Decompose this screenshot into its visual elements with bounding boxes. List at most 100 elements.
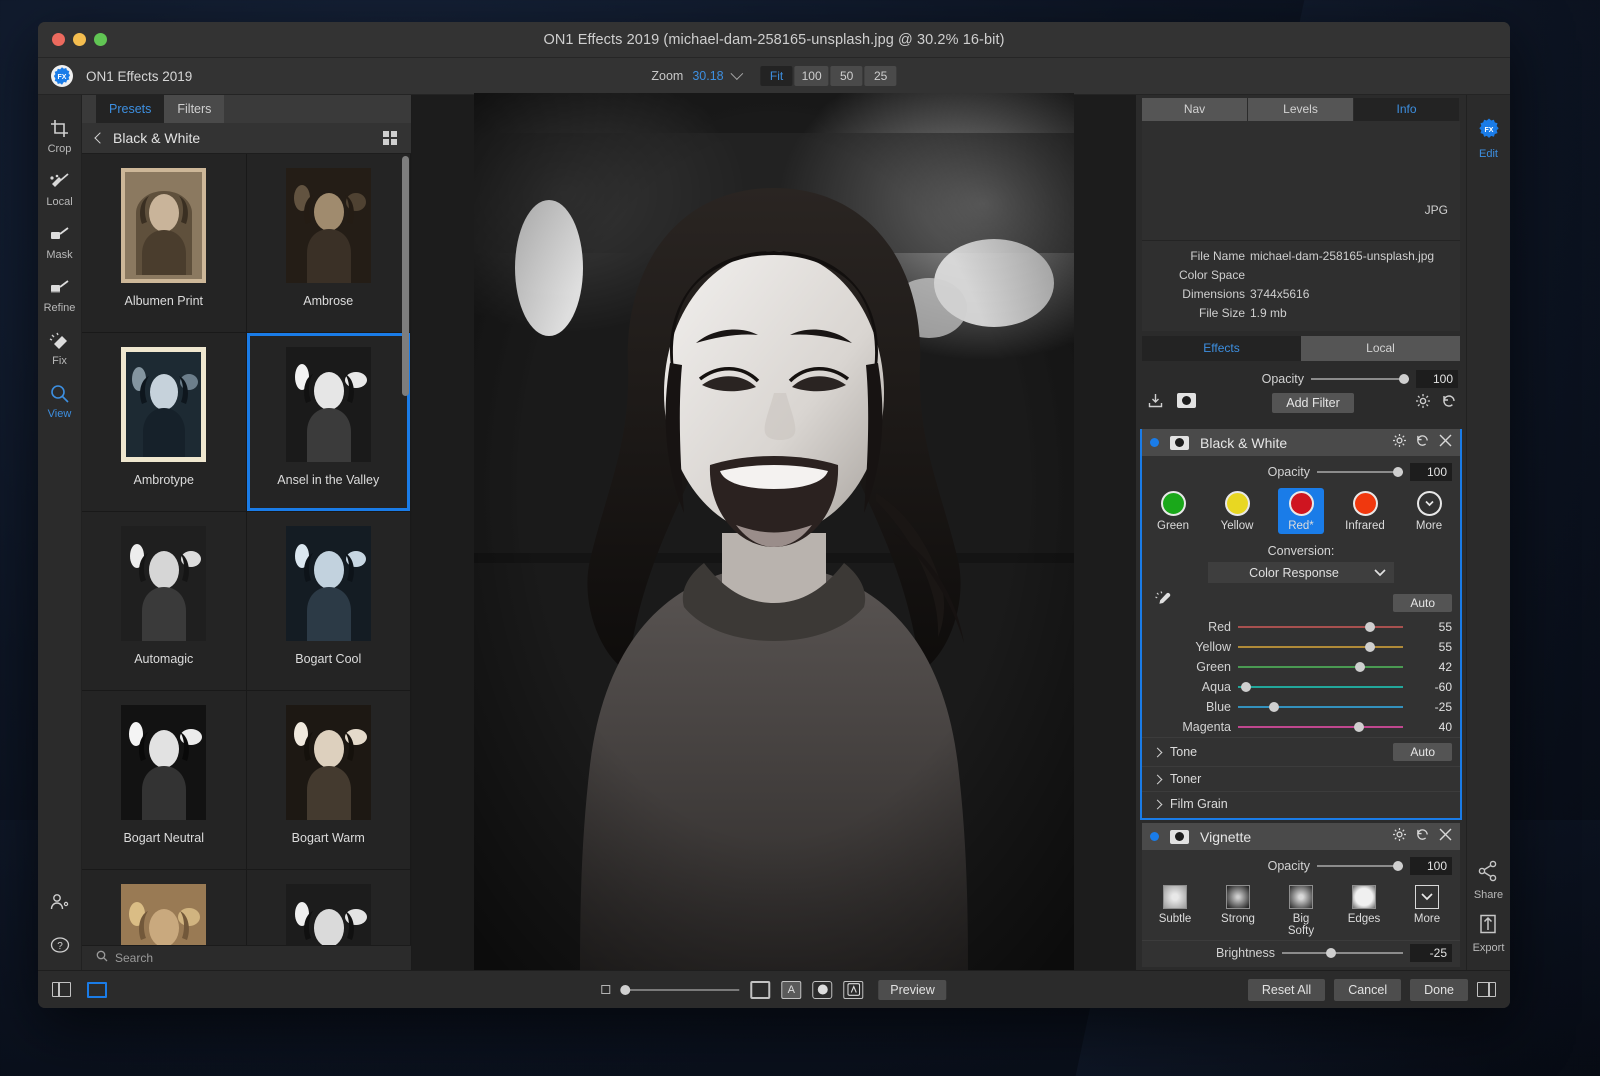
- add-filter-button[interactable]: Add Filter: [1272, 393, 1354, 413]
- compare-view-icon[interactable]: [843, 981, 863, 999]
- preset-item[interactable]: Calotype Paper Negative: [82, 870, 247, 945]
- vignette-style-row[interactable]: Subtle Strong Big Softy: [1142, 878, 1460, 940]
- global-opacity-slider[interactable]: [1311, 378, 1409, 380]
- conversion-select[interactable]: Color Response: [1208, 562, 1394, 583]
- bw-swatch-red-selected[interactable]: Red*: [1278, 488, 1324, 534]
- preset-item[interactable]: Bogart Neutral: [82, 691, 247, 870]
- slider-knob[interactable]: [1355, 662, 1365, 672]
- tab-effects[interactable]: Effects: [1142, 336, 1301, 361]
- channel-slider-magenta[interactable]: [1238, 726, 1403, 728]
- section-film-grain[interactable]: Film Grain: [1142, 791, 1460, 816]
- slider-knob[interactable]: [1269, 702, 1279, 712]
- channel-value[interactable]: -25: [1410, 700, 1452, 714]
- preset-item[interactable]: Bogart Warm: [247, 691, 412, 870]
- filter-stack[interactable]: Black & White Opacity: [1136, 429, 1466, 970]
- filter-header[interactable]: Black & White: [1142, 429, 1460, 456]
- filter-enabled-toggle[interactable]: [1150, 438, 1159, 447]
- reset-icon[interactable]: [1442, 394, 1456, 413]
- module-share[interactable]: Share: [1474, 854, 1503, 907]
- vignette-opacity-value[interactable]: 100: [1410, 857, 1452, 875]
- cancel-button[interactable]: Cancel: [1334, 979, 1401, 1001]
- vignette-opacity-row[interactable]: Opacity 100: [1142, 854, 1460, 878]
- slider-knob[interactable]: [1393, 861, 1403, 871]
- channel-value[interactable]: -60: [1410, 680, 1452, 694]
- tab-presets[interactable]: Presets: [96, 95, 164, 123]
- soft-proof-icon[interactable]: [812, 981, 832, 999]
- global-opacity-value[interactable]: 100: [1416, 370, 1458, 388]
- reset-icon[interactable]: [1416, 434, 1429, 452]
- reset-all-button[interactable]: Reset All: [1248, 979, 1325, 1001]
- filter-mask-icon[interactable]: [1170, 830, 1189, 844]
- zoom-preset-100[interactable]: 100: [795, 66, 829, 86]
- import-preset-icon[interactable]: [1148, 393, 1163, 413]
- thumbnail-size-small-icon[interactable]: [601, 985, 610, 994]
- filter-mask-icon[interactable]: [1170, 436, 1189, 450]
- channel-row-magenta[interactable]: Magenta 40: [1142, 717, 1460, 737]
- bw-swatch-more[interactable]: More: [1406, 491, 1452, 534]
- grid-view-icon[interactable]: [383, 131, 397, 145]
- bw-swatch-infrared[interactable]: Infrared: [1342, 491, 1388, 534]
- gear-icon[interactable]: [1393, 434, 1406, 452]
- vignette-opacity-slider[interactable]: [1317, 865, 1403, 867]
- bw-preset-swatches[interactable]: Green Yellow Red*: [1142, 484, 1460, 538]
- bw-swatch-yellow[interactable]: Yellow: [1214, 491, 1260, 534]
- tool-local[interactable]: Local: [38, 164, 82, 217]
- close-icon[interactable]: [1439, 434, 1452, 452]
- channel-row-green[interactable]: Green 42: [1142, 657, 1460, 677]
- vignette-style-strong[interactable]: Strong: [1215, 885, 1261, 937]
- preset-item-selected[interactable]: Ansel in the Valley: [247, 333, 412, 512]
- mask-thumbnail-icon[interactable]: [1177, 393, 1196, 413]
- view-mode-single-icon[interactable]: [87, 982, 107, 998]
- zoom-preset-fit[interactable]: Fit: [761, 66, 793, 86]
- done-button[interactable]: Done: [1410, 979, 1468, 1001]
- filter-header[interactable]: Vignette: [1142, 823, 1460, 850]
- tone-auto-button[interactable]: Auto: [1393, 743, 1452, 761]
- close-icon[interactable]: [1439, 828, 1452, 846]
- tab-nav[interactable]: Nav: [1142, 98, 1247, 121]
- search-input[interactable]: Search: [115, 951, 153, 965]
- tool-help[interactable]: ?: [38, 927, 82, 970]
- channel-slider-aqua[interactable]: [1238, 686, 1403, 688]
- color-response-auto-button[interactable]: Auto: [1393, 594, 1452, 612]
- channel-value[interactable]: 55: [1410, 620, 1452, 634]
- preset-item[interactable]: Automagic: [82, 512, 247, 691]
- channel-value[interactable]: 42: [1410, 660, 1452, 674]
- presets-search-row[interactable]: Search: [82, 945, 411, 970]
- slider-knob[interactable]: [1365, 622, 1375, 632]
- show-labels-icon[interactable]: A: [781, 981, 801, 999]
- channel-slider-green[interactable]: [1238, 666, 1403, 668]
- bw-opacity-row[interactable]: Opacity 100: [1142, 460, 1460, 484]
- vignette-brightness-value[interactable]: -25: [1410, 944, 1452, 962]
- section-tone[interactable]: Tone Auto: [1142, 737, 1460, 766]
- toggle-left-panel-icon[interactable]: [52, 982, 71, 997]
- module-export[interactable]: Export: [1473, 907, 1505, 970]
- zoom-preset-group[interactable]: Fit 100 50 25: [761, 66, 897, 86]
- tool-portrait[interactable]: [38, 884, 82, 927]
- tool-view[interactable]: View: [38, 376, 82, 429]
- tab-info[interactable]: Info: [1354, 98, 1459, 121]
- chevron-down-icon[interactable]: [731, 67, 744, 80]
- eyedropper-icon[interactable]: [1154, 590, 1174, 615]
- preview-toggle-button[interactable]: Preview: [878, 980, 946, 1000]
- channel-slider-red[interactable]: [1238, 626, 1403, 628]
- channel-row-blue[interactable]: Blue -25: [1142, 697, 1460, 717]
- zoom-preset-25[interactable]: 25: [865, 66, 897, 86]
- channel-value[interactable]: 55: [1410, 640, 1452, 654]
- gear-icon[interactable]: [1416, 394, 1430, 413]
- tab-local-adjust[interactable]: Local: [1301, 336, 1460, 361]
- slider-knob[interactable]: [1365, 642, 1375, 652]
- tab-filters[interactable]: Filters: [164, 95, 224, 123]
- global-opacity-row[interactable]: Opacity 100: [1136, 367, 1466, 391]
- vignette-brightness-slider[interactable]: [1282, 952, 1403, 954]
- toggle-right-panel-icon[interactable]: [1477, 982, 1496, 997]
- tool-refine[interactable]: Refine: [38, 270, 82, 323]
- gear-icon[interactable]: [1393, 828, 1406, 846]
- filter-enabled-toggle[interactable]: [1150, 832, 1159, 841]
- back-chevron-icon[interactable]: [94, 132, 105, 143]
- tool-mask[interactable]: Mask: [38, 217, 82, 270]
- preset-item[interactable]: Ambrotype: [82, 333, 247, 512]
- bw-opacity-slider[interactable]: [1317, 471, 1403, 473]
- vignette-style-big-softy[interactable]: Big Softy: [1278, 885, 1324, 937]
- preset-item[interactable]: City Streets: [247, 870, 412, 945]
- slider-knob[interactable]: [620, 985, 630, 995]
